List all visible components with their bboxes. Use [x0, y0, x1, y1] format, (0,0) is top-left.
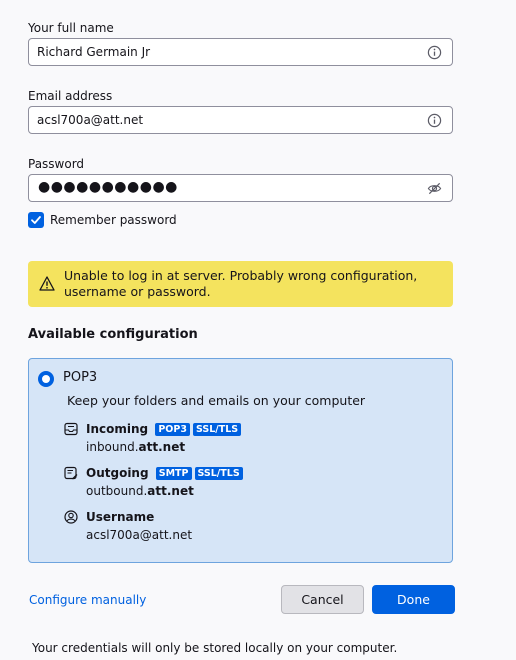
outgoing-host: outbound.att.net — [86, 484, 194, 498]
info-icon[interactable] — [427, 113, 442, 128]
protocol-badge: SMTP — [155, 467, 192, 480]
remember-password-checkbox[interactable] — [28, 212, 44, 228]
pop3-description: Keep your folders and emails on your com… — [67, 393, 366, 408]
email-input[interactable] — [29, 107, 419, 133]
username-title: Username — [86, 510, 155, 524]
protocol-badge: POP3 — [155, 423, 190, 436]
warning-text: Unable to log in at server. Probably wro… — [64, 268, 418, 299]
full-name-input[interactable] — [29, 39, 419, 65]
pop3-config-option[interactable]: POP3 Keep your folders and emails on you… — [28, 358, 453, 563]
email-field[interactable] — [28, 106, 453, 134]
warning-icon — [39, 276, 55, 291]
incoming-host: inbound.att.net — [86, 440, 186, 454]
password-label: Password — [28, 157, 85, 171]
inbox-icon — [64, 422, 78, 436]
password-field[interactable]: ●●●●●●●●●●● — [28, 174, 453, 202]
done-button[interactable]: Done — [372, 585, 455, 614]
full-name-label: Your full name — [28, 21, 114, 35]
remember-password-label[interactable]: Remember password — [50, 213, 177, 227]
user-icon — [64, 510, 78, 524]
info-icon[interactable] — [427, 45, 442, 60]
security-badge: SSL/TLS — [192, 423, 242, 436]
outgoing-title: Outgoing — [86, 466, 149, 480]
configure-manually-link[interactable]: Configure manually — [29, 593, 146, 607]
username-value: acsl700a@att.net — [86, 528, 193, 542]
checkmark-icon — [31, 216, 41, 224]
pop3-radio[interactable] — [38, 371, 54, 387]
pop3-radio-label[interactable]: POP3 — [63, 370, 97, 385]
login-error-warning: Unable to log in at server. Probably wro… — [28, 261, 453, 307]
section-title: Available configuration — [28, 327, 198, 342]
email-label: Email address — [28, 89, 113, 103]
incoming-title: Incoming — [86, 422, 149, 436]
security-badge: SSL/TLS — [194, 467, 243, 480]
hide-password-icon[interactable] — [427, 181, 442, 196]
cancel-button[interactable]: Cancel — [281, 585, 364, 614]
password-value[interactable]: ●●●●●●●●●●● — [38, 179, 178, 195]
full-name-field[interactable] — [28, 38, 453, 66]
outbox-icon — [64, 466, 78, 480]
credentials-note: Your credentials will only be stored loc… — [32, 641, 398, 655]
